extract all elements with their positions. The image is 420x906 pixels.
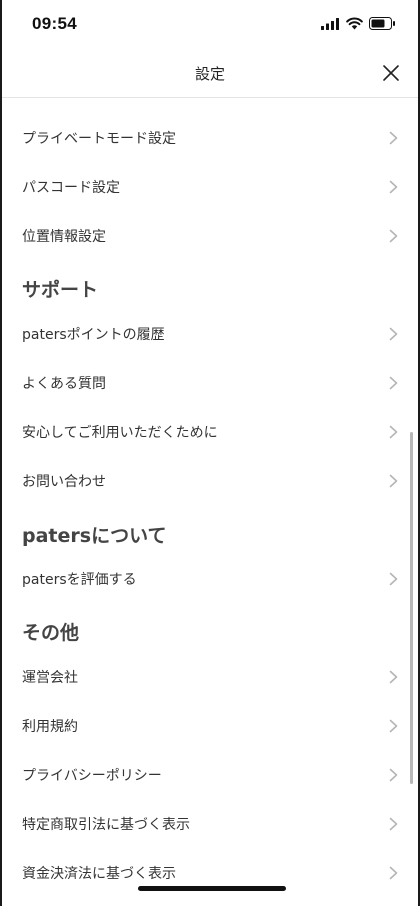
chevron-right-icon [389, 817, 398, 830]
chevron-right-icon [389, 180, 398, 193]
chevron-right-icon [389, 572, 398, 585]
settings-item-points-history[interactable]: patersポイントの履歴 [2, 309, 418, 358]
settings-item-faq[interactable]: よくある質問 [2, 358, 418, 407]
section-title-support: サポート [22, 279, 99, 301]
settings-item-label: 運営会社 [22, 669, 78, 686]
settings-item-label: 位置情報設定 [22, 228, 106, 245]
status-bar: 09:54 [2, 0, 418, 50]
settings-item-commercial-law[interactable]: 特定商取引法に基づく表示 [2, 799, 418, 848]
section-title-about: patersについて [22, 525, 167, 547]
settings-item-label: patersポイントの履歴 [22, 326, 165, 343]
cellular-signal-icon [321, 17, 339, 30]
chevron-right-icon [389, 229, 398, 242]
home-indicator[interactable] [138, 886, 286, 891]
settings-item-location[interactable]: 位置情報設定 [2, 211, 418, 260]
chevron-right-icon [389, 131, 398, 144]
settings-item-private-mode[interactable]: プライベートモード設定 [2, 113, 418, 162]
battery-icon [369, 17, 395, 30]
settings-item-privacy-policy[interactable]: プライバシーポリシー [2, 750, 418, 799]
settings-item-label: 資金決済法に基づく表示 [22, 865, 176, 882]
page-title: 設定 [194, 65, 225, 83]
chevron-right-icon [389, 425, 398, 438]
status-time: 09:54 [32, 14, 77, 33]
status-icons [321, 17, 396, 30]
settings-list: プライベートモード設定 パスコード設定 位置情報設定 サポート patersポイ… [2, 99, 418, 906]
settings-item-label: patersを評価する [22, 571, 137, 588]
settings-item-label: パスコード設定 [22, 179, 120, 196]
settings-item-label: 特定商取引法に基づく表示 [22, 816, 190, 833]
settings-item-label: 安心してご利用いただくために [22, 424, 218, 441]
chevron-right-icon [389, 670, 398, 683]
chevron-right-icon [389, 768, 398, 781]
chevron-right-icon [389, 719, 398, 732]
settings-item-label: よくある質問 [22, 375, 106, 392]
settings-item-safety[interactable]: 安心してご利用いただくために [2, 407, 418, 456]
scrollbar[interactable] [410, 432, 413, 784]
section-title-other: その他 [22, 622, 80, 644]
chevron-right-icon [389, 327, 398, 340]
chevron-right-icon [389, 474, 398, 487]
settings-item-contact[interactable]: お問い合わせ [2, 456, 418, 505]
settings-item-label: お問い合わせ [22, 473, 106, 490]
settings-item-label: プライベートモード設定 [22, 130, 176, 147]
chevron-right-icon [389, 866, 398, 879]
settings-item-company[interactable]: 運営会社 [2, 652, 418, 701]
settings-item-passcode[interactable]: パスコード設定 [2, 162, 418, 211]
chevron-right-icon [389, 376, 398, 389]
wifi-icon [346, 17, 363, 30]
settings-screen: 09:54 設定 プライベートモード設定 パスコード設定 位置情報設定 サポート… [0, 0, 420, 906]
settings-item-terms[interactable]: 利用規約 [2, 701, 418, 750]
navigation-bar: 設定 [2, 50, 418, 98]
settings-item-rate-app[interactable]: patersを評価する [2, 554, 418, 603]
settings-item-label: 利用規約 [22, 718, 78, 735]
settings-item-label: プライバシーポリシー [22, 767, 162, 784]
close-icon[interactable] [378, 60, 404, 86]
